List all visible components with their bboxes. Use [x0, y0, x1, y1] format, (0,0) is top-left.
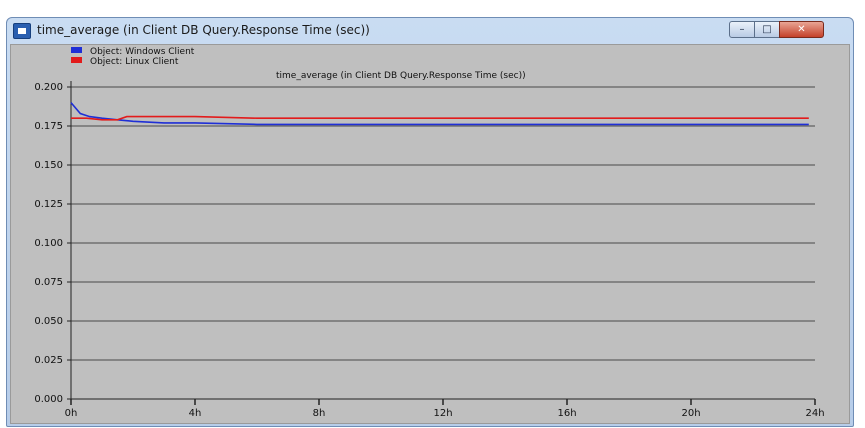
- y-tick-label: 0.075: [34, 277, 63, 288]
- y-tick-label: 0.200: [34, 82, 63, 93]
- x-tick-label: 8h: [313, 408, 326, 419]
- y-tick-label: 0.000: [34, 394, 63, 405]
- y-tick-label: 0.050: [34, 316, 63, 327]
- y-tick-label: 0.025: [34, 355, 63, 366]
- minimize-button[interactable]: –: [729, 21, 755, 38]
- series-line-windows-client: [70, 102, 809, 126]
- maximize-button[interactable]: □: [754, 21, 780, 38]
- y-tick-label: 0.175: [34, 121, 63, 132]
- close-button[interactable]: ✕: [779, 21, 824, 38]
- chart-window: time_average (in Client DB Query.Respons…: [6, 17, 854, 427]
- y-tick-label: 0.125: [34, 199, 63, 210]
- series-line-linux-client: [71, 115, 809, 121]
- x-tick-label: 0h: [65, 408, 78, 419]
- chart-area: Object: Windows Client Object: Linux Cli…: [10, 44, 850, 424]
- y-tick-label: 0.100: [34, 238, 63, 249]
- title-bar[interactable]: time_average (in Client DB Query.Respons…: [7, 18, 853, 44]
- x-tick-label: 20h: [681, 408, 700, 419]
- y-tick-label: 0.150: [34, 160, 63, 171]
- x-tick-label: 4h: [189, 408, 202, 419]
- line-chart: 0.000 0.025 0.050 0.075 0.100 0.125 0.150 0.175…: [34, 81, 825, 419]
- x-tick-label: 24h: [805, 408, 824, 419]
- x-tick-label: 12h: [433, 408, 452, 419]
- x-tick-label: 16h: [557, 408, 576, 419]
- window-title: time_average (in Client DB Query.Respons…: [37, 23, 370, 37]
- app-icon[interactable]: [13, 23, 31, 39]
